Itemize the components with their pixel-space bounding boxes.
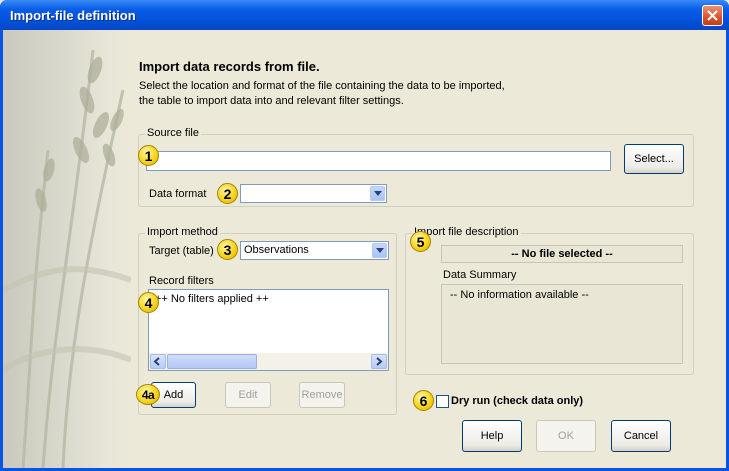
step-marker-1: 1	[138, 145, 159, 166]
dropdown-arrow-button[interactable]	[372, 243, 387, 258]
scroll-thumb[interactable]	[167, 354, 257, 369]
data-summary-text: -- No information available --	[450, 289, 589, 301]
record-filters-label: Record filters	[149, 275, 214, 287]
data-format-label: Data format	[149, 188, 207, 200]
dropdown-arrow-button[interactable]	[370, 186, 385, 201]
list-item[interactable]: ++ No filters applied ++	[155, 293, 269, 305]
close-icon	[707, 10, 718, 21]
title-bar[interactable]: Import-file definition	[0, 0, 729, 30]
help-button[interactable]: Help	[462, 420, 522, 452]
file-status-box: -- No file selected --	[441, 245, 683, 263]
record-filters-list[interactable]: ++ No filters applied ++	[148, 289, 389, 371]
cancel-button[interactable]: Cancel	[611, 420, 671, 452]
scroll-right-icon	[376, 357, 383, 366]
file-status-text: -- No file selected --	[511, 248, 613, 260]
dropdown-arrow-icon	[374, 191, 382, 196]
target-table-value: Observations	[244, 244, 309, 256]
step-marker-2: 2	[217, 183, 238, 204]
page-heading: Import data records from file.	[139, 59, 320, 74]
remove-filter-button[interactable]: Remove	[299, 382, 345, 408]
step-marker-6: 6	[413, 390, 434, 411]
data-format-select[interactable]	[240, 184, 387, 203]
select-file-button[interactable]: Select...	[624, 144, 684, 174]
horizontal-scrollbar[interactable]	[149, 353, 388, 370]
dialog-body: Import data records from file. Select th…	[3, 30, 726, 468]
description-line: Select the location and format of the fi…	[139, 80, 505, 92]
scroll-left-button[interactable]	[150, 354, 166, 369]
step-marker-4: 4	[138, 292, 159, 313]
source-file-legend: Source file	[145, 127, 201, 139]
scroll-left-icon	[153, 357, 160, 366]
step-marker-3: 3	[217, 239, 238, 260]
dry-run-label[interactable]: Dry run (check data only)	[451, 395, 583, 407]
target-table-label: Target (table)	[149, 245, 214, 257]
description-line: the table to import data into and releva…	[139, 95, 404, 107]
side-banner-image	[3, 30, 131, 468]
step-marker-5: 5	[410, 231, 431, 252]
ok-button[interactable]: OK	[536, 420, 596, 452]
target-table-select[interactable]: Observations	[240, 241, 389, 260]
dropdown-arrow-icon	[376, 248, 384, 253]
data-summary-box: -- No information available --	[441, 284, 683, 364]
step-marker-4a: 4a	[136, 384, 160, 405]
edit-filter-button[interactable]: Edit	[225, 382, 271, 408]
dry-run-checkbox[interactable]	[436, 395, 449, 408]
import-method-legend: Import method	[145, 226, 220, 238]
data-summary-label: Data Summary	[443, 269, 517, 281]
source-file-path-input[interactable]	[146, 151, 611, 171]
page-description: Select the location and format of the fi…	[139, 79, 505, 109]
scroll-right-button[interactable]	[371, 354, 387, 369]
dialog-window: Import-file definition Import data recor…	[0, 0, 729, 471]
close-button[interactable]	[702, 5, 723, 26]
window-title: Import-file definition	[10, 8, 136, 23]
